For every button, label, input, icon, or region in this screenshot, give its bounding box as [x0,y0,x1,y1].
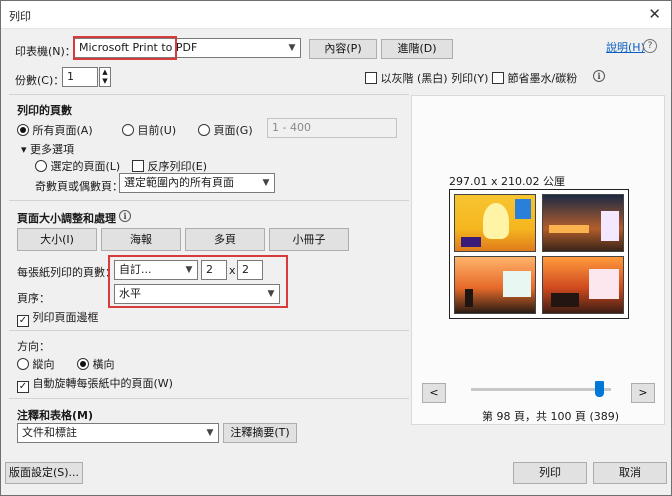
landscape-label: 橫向 [92,358,115,371]
pages-section-title: 列印的頁數 [17,104,72,117]
pages-per-sheet-value: 自訂... [119,263,152,276]
preview-sheet [449,189,629,319]
more-options-label: 更多選項 [30,143,75,156]
landscape-radio[interactable]: 橫向 [77,356,115,372]
highlight-printer [73,36,177,60]
order-select[interactable]: 水平 ▼ [114,284,280,304]
orientation-title: 方向： [17,340,50,353]
close-icon[interactable]: ✕ [648,5,661,23]
grayscale-label: 以灰階 (黑白) 列印(Y) [380,72,489,85]
advanced-button[interactable]: 進階(D) [381,39,453,59]
grid-x-label: x [229,264,236,277]
save-ink-option[interactable]: 節省墨水/碳粉 [492,70,577,86]
preview-thumb-3 [454,256,536,314]
page-range-input[interactable]: 1 - 400 [267,118,397,138]
pages-per-sheet-select[interactable]: 自訂... ▼ [114,260,198,280]
reverse-checkbox[interactable]: 反序列印(E) [132,158,207,174]
sizing-section-title: 頁面大小調整和處理 [17,212,116,225]
copies-input[interactable]: 1 [62,67,98,87]
all-pages-label: 所有頁面(A) [32,124,93,137]
order-label: 頁序： [17,292,50,305]
copies-stepper[interactable]: ▲ ▼ [99,67,111,87]
reverse-label: 反序列印(E) [147,160,208,173]
page-setup-button[interactable]: 版面設定(S)... [5,462,83,484]
page-range-label: 頁面(G) [213,124,253,137]
print-border-checkbox[interactable]: ✓ 列印頁面邊框 [17,309,99,327]
odd-even-select[interactable]: 選定範圍內的所有頁面 ▼ [119,173,275,193]
chevron-down-icon: ▼ [267,289,275,299]
page-range-radio[interactable]: 頁面(G) [198,122,253,138]
auto-rotate-checkbox[interactable]: ✓ 自動旋轉每張紙中的頁面(W) [17,375,173,393]
preview-size: 297.01 x 210.02 公厘 [449,175,565,188]
order-value: 水平 [119,287,141,300]
selected-pages-radio[interactable]: 選定的頁面(L) [35,158,120,174]
divider [9,200,409,201]
copies-label: 份數(C)： [15,74,65,87]
save-ink-label: 節省墨水/碳粉 [507,72,578,85]
portrait-label: 縱向 [32,358,55,371]
print-border-label: 列印頁面邊框 [32,311,99,324]
prev-page-button[interactable]: < [422,383,446,403]
auto-rotate-label: 自動旋轉每張紙中的頁面(W) [32,377,173,390]
tab-multiple[interactable]: 多頁 [185,228,265,251]
next-page-button[interactable]: > [631,383,655,403]
grayscale-option[interactable]: 以灰階 (黑白) 列印(Y) [365,70,488,86]
portrait-radio[interactable]: 縱向 [17,356,55,372]
info-icon[interactable]: i [593,69,605,82]
comments-value: 文件和標註 [22,426,77,439]
summarize-button[interactable]: 注釋摘要(T) [223,423,297,443]
chevron-down-icon: ▼ [206,428,214,438]
comments-title: 注釋和表格(M) [17,409,94,422]
properties-button[interactable]: 內容(P) [309,39,377,59]
cancel-button[interactable]: 取消 [593,462,667,484]
odd-even-label: 奇數頁或偶數頁： [35,180,123,193]
tab-booklet[interactable]: 小冊子 [269,228,349,251]
page-info: 第 98 頁，共 100 頁 (389) [482,410,620,423]
current-page-radio[interactable]: 目前(U) [122,122,176,138]
divider [9,330,409,331]
print-dialog: 列印 ✕ 印表機(N)： Microsoft Print to PDF ▼ 內容… [0,0,672,496]
preview-thumb-2 [542,194,624,252]
pages-per-sheet-label: 每張紙列印的頁數： [17,266,116,279]
help-icon[interactable]: ? [643,38,657,53]
preview-thumb-4 [542,256,624,314]
help-link[interactable]: 說明(H) [606,39,645,55]
more-options-toggle[interactable]: ▾ 更多選項 [21,141,74,157]
preview-thumb-1 [454,194,536,252]
tab-poster[interactable]: 海報 [101,228,181,251]
chevron-down-icon: ▼ [288,43,296,53]
print-button[interactable]: 列印 [513,462,587,484]
grid-rows-input[interactable]: 2 [237,260,263,280]
chevron-down-icon: ▼ [185,265,193,275]
comments-select[interactable]: 文件和標註 ▼ [17,423,219,443]
tab-size[interactable]: 大小(I) [17,228,97,251]
printer-label: 印表機(N)： [15,45,76,58]
chevron-down-icon: ▼ [262,178,270,188]
page-slider-thumb[interactable] [595,381,604,397]
grid-cols-input[interactable]: 2 [201,260,227,280]
title-bar: 列印 ✕ [1,1,671,29]
sizing-info-icon[interactable]: i [119,209,131,222]
page-slider-track[interactable] [471,388,611,391]
all-pages-radio[interactable]: 所有頁面(A) [17,122,93,138]
divider [9,398,409,399]
odd-even-value: 選定範圍內的所有頁面 [124,176,234,189]
current-page-label: 目前(U) [137,124,177,137]
window-title: 列印 [9,10,31,23]
divider [9,94,409,95]
selected-pages-label: 選定的頁面(L) [50,160,121,173]
